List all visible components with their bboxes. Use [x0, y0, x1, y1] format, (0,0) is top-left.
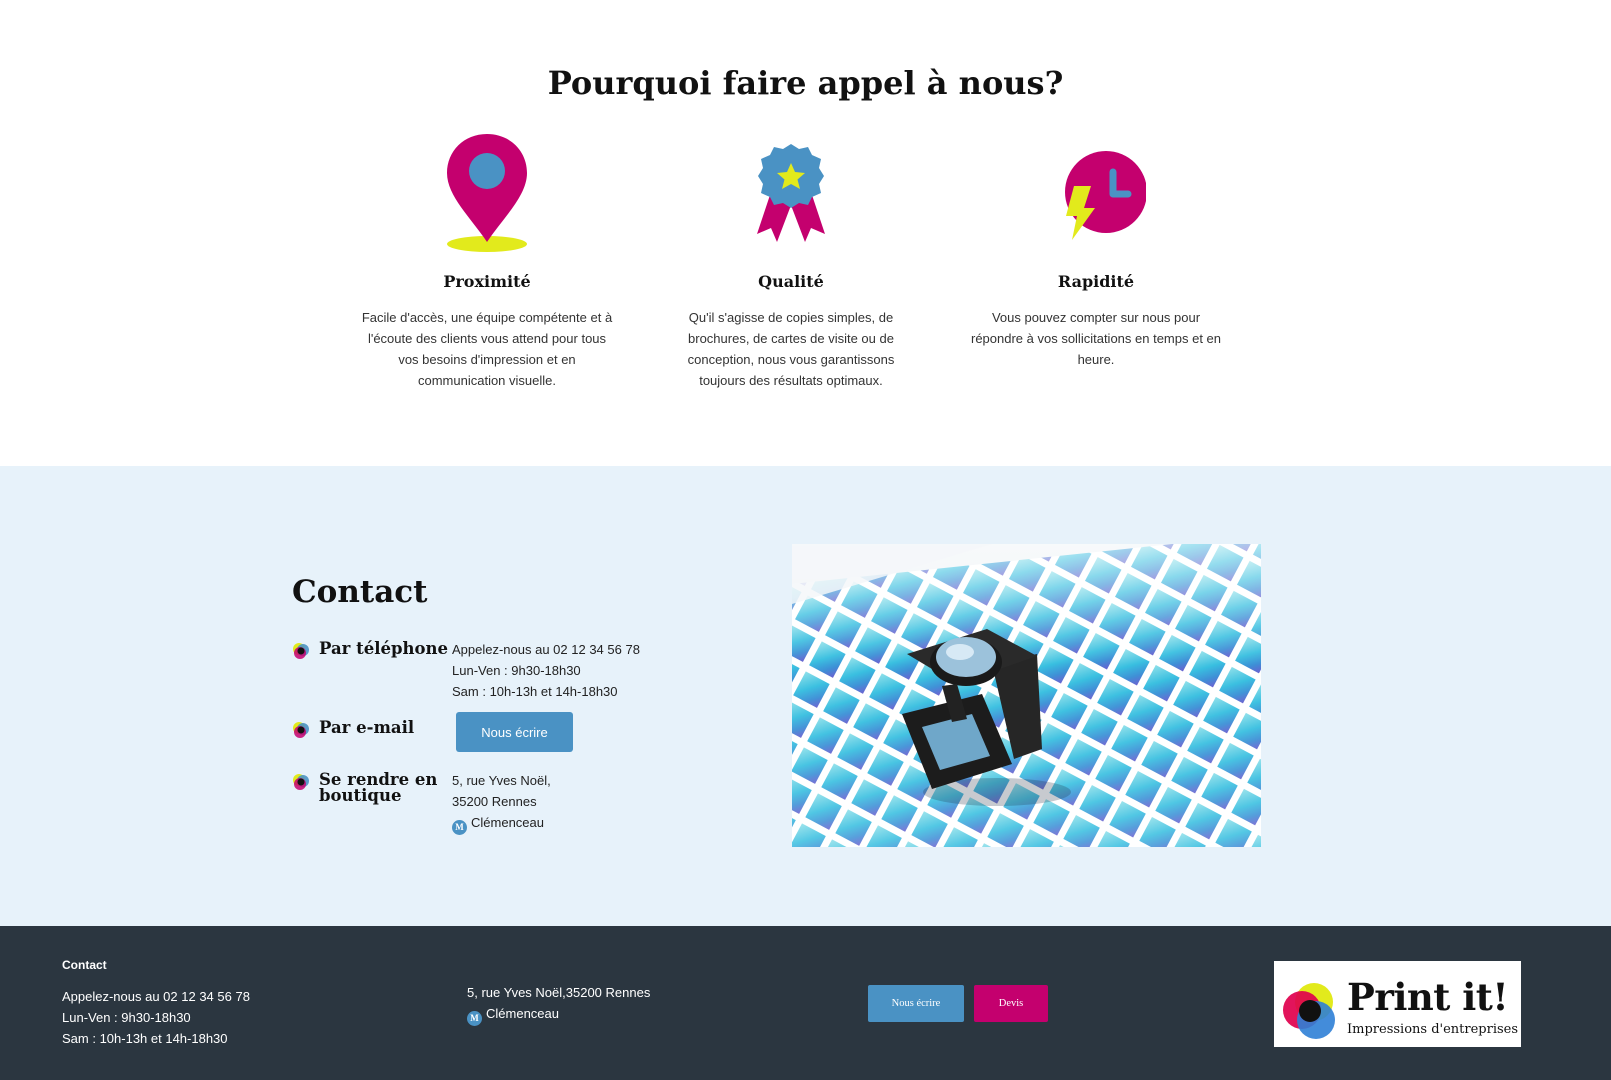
color-chart-loupe-photo — [792, 544, 1261, 847]
feature-title: Rapidité — [1057, 272, 1135, 291]
footer-heading: Contact — [62, 958, 107, 972]
footer-quote-button[interactable]: Devis — [974, 985, 1048, 1022]
feature-proximite: Proximité Facile d'accès, une équipe com… — [357, 130, 617, 391]
shop-address-line1: 5, rue Yves Noël, — [452, 773, 551, 788]
metro-station: Clémenceau — [471, 815, 544, 830]
contact-shop-details: 5, rue Yves Noël, 35200 Rennes M Clémence… — [452, 770, 672, 835]
footer: Contact Appelez-nous au 02 12 34 56 78 L… — [0, 926, 1611, 1080]
logo-brand: Print it! — [1347, 975, 1509, 1019]
contact-title: Contact — [292, 574, 428, 610]
feature-text: Qu'il s'agisse de copies simples, de bro… — [687, 310, 895, 388]
map-pin-icon — [447, 134, 527, 252]
contact-phone-label: Par téléphone — [319, 639, 449, 658]
photo-illustration — [792, 544, 1261, 847]
saturday-hours: Sam : 10h-13h et 14h-18h30 — [452, 684, 618, 699]
footer-weekday-hours: Lun-Ven : 9h30-18h30 — [62, 1010, 191, 1025]
feature-rapidite: Rapidité Vous pouvez compter sur nous po… — [966, 130, 1226, 370]
footer-address-line: 5, rue Yves Noël,35200 Rennes — [467, 985, 651, 1000]
footer-metro-station: Clémenceau — [486, 1006, 559, 1021]
contact-phone-details: Appelez-nous au 02 12 34 56 78 Lun-Ven :… — [452, 639, 672, 702]
contact-email-label: Par e-mail — [319, 718, 415, 737]
footer-address: 5, rue Yves Noël,35200 Rennes M Clémencea… — [467, 982, 650, 1026]
why-section: Pourquoi faire appel à nous? Proximité F… — [0, 0, 1611, 466]
cmyk-dot-icon — [293, 774, 309, 790]
feature-text: Facile d'accès, une équipe compétente et… — [361, 310, 613, 388]
footer-contact: Contact Appelez-nous au 02 12 34 56 78 L… — [62, 958, 250, 1049]
contact-shop-label-wrap: Se rendre en boutique — [292, 770, 452, 804]
shop-address-line2: 35200 Rennes — [452, 794, 537, 809]
feature-qualite: Qualité Qu'il s'agisse de copies simples… — [661, 130, 921, 391]
weekday-hours: Lun-Ven : 9h30-18h30 — [452, 663, 581, 678]
print-it-logo[interactable]: Print it! Impressions d'entreprises — [1274, 961, 1521, 1047]
phone-number-line: Appelez-nous au 02 12 34 56 78 — [452, 642, 640, 657]
logo-tagline: Impressions d'entreprises — [1347, 1022, 1519, 1037]
contact-shop-label: Se rendre en boutique — [319, 770, 438, 805]
metro-line: M Clémenceau — [452, 812, 672, 835]
footer-write-us-button[interactable]: Nous écrire — [868, 985, 964, 1022]
feature-title: Proximité — [443, 272, 531, 291]
feature-text: Vous pouvez compter sur nous pour répond… — [970, 310, 1222, 367]
contact-section: Contact Par téléphone Appelez-nous au 02… — [0, 466, 1611, 926]
lightning-clock-icon — [1065, 151, 1146, 240]
footer-saturday-hours: Sam : 10h-13h et 14h-18h30 — [62, 1031, 228, 1046]
feature-title: Qualité — [758, 272, 824, 291]
contact-email-label-wrap: Par e-mail — [292, 718, 452, 739]
cmyk-circles-logo-icon — [1283, 983, 1335, 1039]
write-us-button[interactable]: Nous écrire — [456, 712, 573, 752]
why-title: Pourquoi faire appel à nous? — [547, 64, 1064, 102]
metro-icon: M — [467, 1011, 482, 1026]
award-ribbon-icon — [757, 144, 825, 242]
cmyk-dot-icon — [293, 722, 309, 738]
footer-metro-line: M Clémenceau — [467, 1003, 650, 1026]
cmyk-dot-icon — [293, 643, 309, 659]
metro-icon: M — [452, 820, 467, 835]
footer-phone: Appelez-nous au 02 12 34 56 78 — [62, 989, 250, 1004]
contact-phone-label-wrap: Par téléphone — [292, 639, 452, 660]
